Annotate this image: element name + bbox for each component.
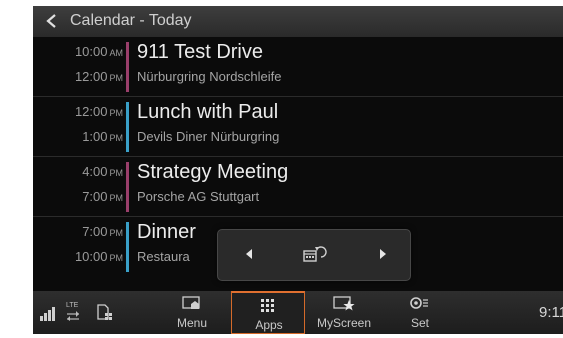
event-color-bar: [126, 102, 129, 152]
clock-display: 9:11: [539, 304, 563, 321]
event-color-bar: [126, 162, 129, 212]
lte-data-icon: LTE: [66, 302, 88, 324]
event-location: Restaura: [137, 249, 190, 264]
myscreen-star-icon: [333, 296, 355, 311]
event-color-bar: [126, 42, 129, 92]
event-row[interactable]: 4:00 PM 7:00 PM Strategy Meeting Porsche A…: [33, 158, 563, 217]
event-title: Strategy Meeting: [137, 161, 289, 183]
right-arrow-icon[interactable]: [373, 244, 393, 264]
event-location: Devils Diner Nürburgring: [137, 129, 280, 144]
event-location: Nürburgring Nordschleife: [137, 69, 282, 84]
event-title: Lunch with Paul: [137, 101, 279, 123]
nav-tab-label: Menu: [176, 316, 208, 330]
nav-tab-set[interactable]: Set: [383, 291, 457, 334]
event-end-time: 12:00 PM: [74, 69, 123, 84]
settings-icon: [410, 297, 428, 309]
back-arrow-icon[interactable]: [43, 12, 61, 30]
event-title: 911 Test Drive: [137, 41, 263, 63]
page-title: Calendar - Today: [70, 12, 192, 29]
nav-tab-menu[interactable]: Menu: [155, 291, 229, 334]
calendar-today-icon[interactable]: [302, 244, 328, 264]
left-arrow-icon[interactable]: [239, 244, 259, 264]
nav-tab-label: MyScreen: [316, 316, 372, 330]
event-start-time: 7:00 PM: [82, 224, 123, 239]
event-color-bar: [126, 222, 129, 272]
signal-bars-icon: [40, 307, 55, 321]
calendar-screen: Calendar - Today 10:00 AM 12:00 PM 911 Tes…: [33, 6, 563, 334]
nav-tab-label: Set: [410, 316, 429, 330]
nav-tab-myscreen[interactable]: MyScreen: [307, 291, 381, 334]
event-title: Dinner: [137, 221, 196, 243]
event-row[interactable]: 10:00 AM 12:00 PM 911 Test Drive Nürburgri…: [33, 38, 563, 97]
apps-grid-icon: [261, 299, 274, 312]
menu-car-icon: [182, 296, 200, 309]
event-row[interactable]: 12:00 PM 1:00 PM Lunch with Paul Devils Di…: [33, 98, 563, 157]
nav-tab-label: Apps: [255, 318, 283, 332]
nav-tab-apps[interactable]: Apps: [231, 291, 305, 334]
event-start-time: 12:00 PM: [74, 104, 123, 119]
sim-card-icon: [97, 304, 112, 320]
event-end-time: 7:00 PM: [82, 189, 123, 204]
event-start-time: 4:00 PM: [82, 164, 123, 179]
event-end-time: 10:00 PM: [74, 249, 123, 264]
event-start-time: 10:00 AM: [74, 44, 123, 59]
day-navigation-popup: [217, 229, 411, 281]
event-location: Porsche AG Stuttgart: [137, 189, 260, 204]
bottom-bar: LTE Menu Apps MyScreen Set 9:11: [33, 291, 563, 334]
event-end-time: 1:00 PM: [82, 129, 123, 144]
header-bar: Calendar - Today: [33, 6, 563, 37]
